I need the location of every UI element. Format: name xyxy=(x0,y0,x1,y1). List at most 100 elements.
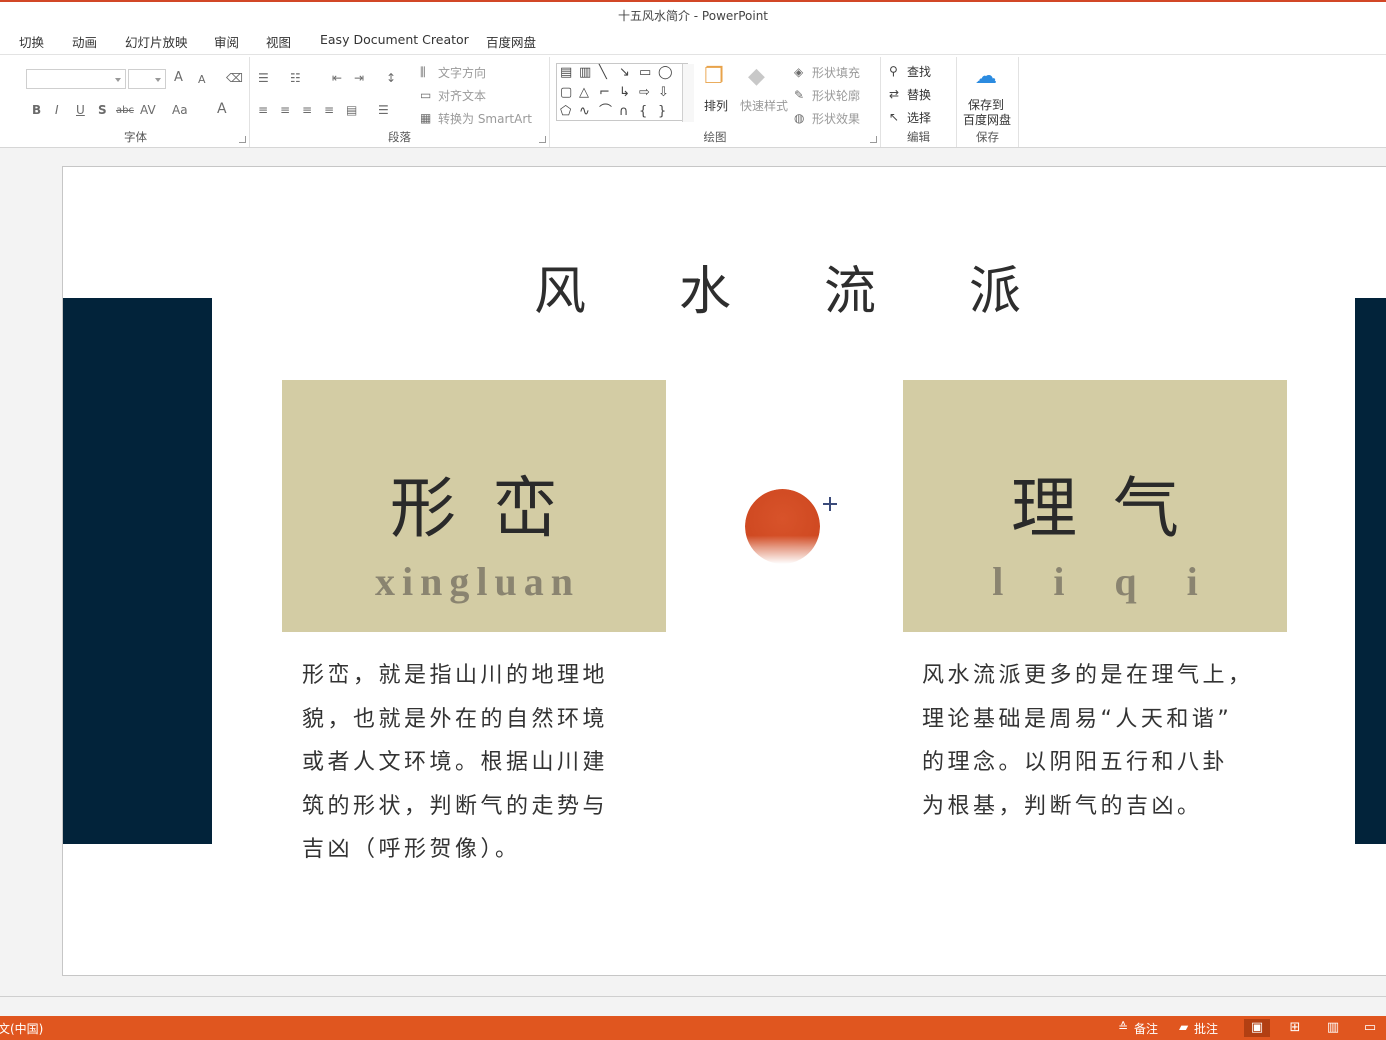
scribble-shape-icon: ∿ xyxy=(579,104,590,119)
align-text-button[interactable]: 对齐文本 xyxy=(438,87,486,104)
shape-outline-button[interactable]: 形状轮廓 xyxy=(812,87,860,104)
font-color-icon[interactable]: A xyxy=(217,102,227,116)
convert-smartart-button[interactable]: 转换为 SmartArt xyxy=(438,110,532,127)
rounded-rect-shape-icon: ▢ xyxy=(560,85,573,100)
slide-sorter-view-icon[interactable]: ⊞ xyxy=(1282,1019,1308,1037)
tab-animations[interactable]: 动画 xyxy=(72,32,97,51)
slide-title[interactable]: 风水流派 xyxy=(534,249,1114,324)
tab-view[interactable]: 视图 xyxy=(266,32,291,51)
clear-format-icon[interactable]: ⌫ xyxy=(226,71,243,85)
font-dialog-launcher[interactable] xyxy=(239,136,246,143)
left-description[interactable]: 形峦，就是指山川的地理地 貌，也就是外在的自然环境 或者人文环境。根据山川建 筑… xyxy=(302,654,662,872)
paragraph-group: ☰ ☷ ⇤ ⇥ ↕ ≡ ≡ ≡ ≡ ▤ ☰ ⫼ 文字方向 ▭ 对齐文本 ▦ 转换… xyxy=(250,57,550,147)
underline-icon[interactable]: U xyxy=(76,103,85,117)
notes-button[interactable]: 备注 xyxy=(1134,1020,1158,1037)
shrink-font-icon[interactable]: A xyxy=(198,73,206,87)
strikethrough-icon[interactable]: abc xyxy=(116,104,134,118)
elbow-connector-icon: ⌐ xyxy=(599,85,610,100)
editing-group: ⚲ 查找 ⇄ 替换 ↖ 选择 编辑 xyxy=(881,57,957,147)
select-button[interactable]: 选择 xyxy=(907,109,931,126)
font-group-label: 字体 xyxy=(124,130,147,144)
slideshow-view-icon[interactable]: ▭ xyxy=(1357,1019,1383,1037)
right-navy-band xyxy=(1355,298,1386,844)
baidu-cloud-icon: ☁ xyxy=(975,64,997,89)
slide-canvas[interactable]: 风水流派 形峦 xingluan 理气 liqi 形峦，就是指山川的地理地 貌，… xyxy=(62,166,1386,976)
shapes-scrollbar[interactable] xyxy=(682,64,694,122)
quick-styles-button[interactable]: 快速样式 xyxy=(740,97,788,114)
slide-workspace: 风水流派 形峦 xingluan 理气 liqi 形峦，就是指山川的地理地 貌，… xyxy=(0,148,1386,996)
tab-slideshow[interactable]: 幻灯片放映 xyxy=(125,32,188,51)
columns-icon[interactable]: ☰ xyxy=(378,103,389,117)
triangle-shape-icon: △ xyxy=(579,85,589,100)
bold-icon[interactable]: B xyxy=(32,103,41,117)
left-card-title: 形峦 xyxy=(390,470,594,547)
paragraph-dialog-launcher[interactable] xyxy=(539,136,546,143)
numbering-icon[interactable]: ☷ xyxy=(290,71,301,85)
ribbon: A A ⌫ B I U S abc AV Aa A 字体 ☰ ☷ ⇤ ⇥ ↕ ≡… xyxy=(0,54,1386,148)
tab-easy-document-creator[interactable]: Easy Document Creator xyxy=(320,32,469,47)
shape-fill-icon: ◈ xyxy=(794,65,804,79)
find-button[interactable]: 查找 xyxy=(907,63,931,80)
normal-view-icon[interactable]: ▣ xyxy=(1244,1019,1270,1037)
shape-effects-button[interactable]: 形状效果 xyxy=(812,110,860,127)
replace-button[interactable]: 替换 xyxy=(907,86,931,103)
status-bar: 文(中国) ≙ 备注 ▰ 批注 ▣ ⊞ ▥ ▭ xyxy=(0,1016,1386,1040)
language-indicator[interactable]: 文(中国) xyxy=(0,1020,43,1037)
bullets-icon[interactable]: ☰ xyxy=(258,71,269,85)
paragraph-group-label: 段落 xyxy=(388,130,411,144)
smartart-icon: ▦ xyxy=(420,111,432,125)
quick-styles-icon: ◆ xyxy=(748,64,765,89)
right-card[interactable]: 理气 liqi xyxy=(903,380,1287,632)
shape-outline-icon: ✎ xyxy=(794,88,805,102)
align-right-icon[interactable]: ≡ xyxy=(302,103,312,117)
shape-effects-icon: ◍ xyxy=(794,111,805,125)
replace-icon: ⇄ xyxy=(889,87,900,101)
down-arrow-shape-icon: ⇩ xyxy=(658,85,669,100)
textbox-shape-icon: ▤ xyxy=(560,65,573,80)
align-center-icon[interactable]: ≡ xyxy=(280,103,290,117)
align-text-icon: ▭ xyxy=(420,88,432,102)
distributed-icon[interactable]: ▤ xyxy=(346,103,357,117)
shapes-gallery[interactable]: ▤ ▥ ╲ ↘ ▭ ◯ ▢ △ ⌐ ↳ ⇨ ⇩ ⬠ ∿ ⌒ ∩ { } xyxy=(556,63,694,122)
line-spacing-icon[interactable]: ↕ xyxy=(386,71,396,85)
right-description[interactable]: 风水流派更多的是在理气上， 理论基础是周易“人天和谐” 的理念。以阴阳五行和八卦… xyxy=(922,654,1302,828)
notes-pane-divider[interactable] xyxy=(0,996,1386,1016)
curve-shape-icon: ∩ xyxy=(619,104,629,119)
tab-review[interactable]: 审阅 xyxy=(214,32,239,51)
shape-fill-button[interactable]: 形状填充 xyxy=(812,64,860,81)
right-brace-shape-icon: } xyxy=(658,104,667,119)
comments-button[interactable]: 批注 xyxy=(1194,1020,1218,1037)
justify-icon[interactable]: ≡ xyxy=(324,103,334,117)
comments-icon: ▰ xyxy=(1179,1020,1189,1034)
tab-transitions[interactable]: 切换 xyxy=(19,32,44,51)
left-navy-band xyxy=(63,298,212,844)
title-bar: 十五风水简介 - PowerPoint xyxy=(0,0,1386,28)
shadow-icon[interactable]: S xyxy=(98,103,107,117)
grow-font-icon[interactable]: A xyxy=(174,71,183,85)
font-size-combo[interactable] xyxy=(128,69,166,89)
char-spacing-icon[interactable]: AV xyxy=(140,103,156,117)
powerpoint-window: 十五风水简介 - PowerPoint 切换 动画 幻灯片放映 审阅 视图 Ea… xyxy=(0,0,1386,1040)
save-to-baidu-line2[interactable]: 百度网盘 xyxy=(963,111,1011,128)
text-direction-icon: ⫼ xyxy=(420,65,426,79)
tab-baidu-netdisk[interactable]: 百度网盘 xyxy=(486,32,536,51)
vertical-textbox-shape-icon: ▥ xyxy=(579,65,592,80)
increase-indent-icon[interactable]: ⇥ xyxy=(354,71,364,85)
arrange-icon: ❐ xyxy=(704,64,724,89)
align-left-icon[interactable]: ≡ xyxy=(258,103,268,117)
drawing-dialog-launcher[interactable] xyxy=(870,136,877,143)
window-title: 十五风水简介 - PowerPoint xyxy=(617,9,769,23)
italic-icon[interactable]: I xyxy=(55,103,59,117)
change-case-icon[interactable]: Aa xyxy=(172,103,188,117)
arc-shape-icon: ⌒ xyxy=(599,104,613,119)
reading-view-icon[interactable]: ▥ xyxy=(1320,1019,1346,1037)
text-direction-button[interactable]: 文字方向 xyxy=(438,64,486,81)
notes-icon: ≙ xyxy=(1118,1020,1129,1034)
decrease-indent-icon[interactable]: ⇤ xyxy=(332,71,342,85)
arrange-button[interactable]: 排列 xyxy=(704,97,728,114)
line-shape-icon: ╲ xyxy=(599,65,607,80)
oval-shape-icon: ◯ xyxy=(658,65,673,80)
left-card[interactable]: 形峦 xingluan xyxy=(282,380,666,632)
save-group-label: 保存 xyxy=(976,130,999,144)
font-name-combo[interactable] xyxy=(26,69,126,89)
